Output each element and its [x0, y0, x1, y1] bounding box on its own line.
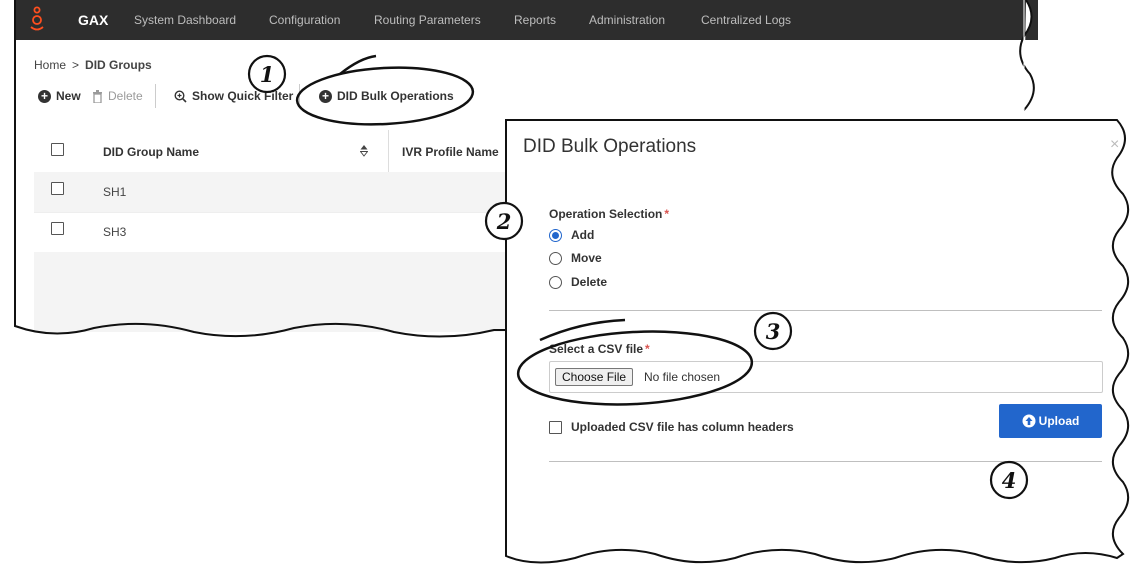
- upload-button[interactable]: Upload: [999, 404, 1102, 438]
- top-navigation-bar: GAX System Dashboard Configuration Routi…: [14, 0, 1038, 40]
- app-brand[interactable]: GAX: [78, 12, 108, 28]
- show-quick-filter-label: Show Quick Filter: [192, 89, 294, 103]
- row-checkbox[interactable]: [51, 182, 64, 195]
- nav-administration[interactable]: Administration: [589, 13, 665, 27]
- zoom-in-icon: [174, 89, 187, 103]
- breadcrumb-home[interactable]: Home: [34, 58, 66, 72]
- upload-button-label: Upload: [1038, 414, 1080, 428]
- did-bulk-operations-dialog: DID Bulk Operations × Operation Selectio…: [505, 118, 1120, 558]
- required-marker: *: [645, 342, 650, 356]
- breadcrumb-separator: >: [72, 58, 80, 72]
- breadcrumb-current: DID Groups: [85, 58, 152, 72]
- column-divider: [388, 130, 389, 172]
- operation-selection-text: Operation Selection: [549, 207, 663, 221]
- toolbar-divider: [299, 84, 300, 108]
- close-icon[interactable]: ×: [1110, 136, 1119, 154]
- delete-button-label: Delete: [108, 89, 143, 103]
- column-headers-checkbox[interactable]: [549, 420, 562, 434]
- nav-reports[interactable]: Reports: [514, 13, 556, 27]
- toolbar-divider: [155, 84, 156, 108]
- add-circle-icon: +: [38, 89, 51, 103]
- nav-routing-parameters[interactable]: Routing Parameters: [374, 13, 481, 27]
- select-csv-text: Select a CSV file: [549, 342, 644, 356]
- radio-option-delete[interactable]: Delete: [549, 275, 607, 289]
- csv-file-input[interactable]: Choose File No file chosen: [549, 361, 1103, 393]
- upload-cloud-icon: [1022, 414, 1036, 428]
- radio-option-add[interactable]: Add: [549, 228, 594, 242]
- did-group-name-cell: SH1: [103, 185, 127, 199]
- did-bulk-operations-label: DID Bulk Operations: [337, 89, 454, 103]
- genesys-logo-icon: [30, 6, 44, 31]
- nav-system-dashboard[interactable]: System Dashboard: [134, 13, 236, 27]
- column-headers-option[interactable]: Uploaded CSV file has column headers: [549, 420, 794, 434]
- dialog-title: DID Bulk Operations: [523, 136, 697, 157]
- select-all-checkbox[interactable]: [51, 143, 64, 156]
- section-divider: [549, 310, 1102, 311]
- select-csv-label: Select a CSV file *: [549, 342, 650, 356]
- radio-label-add: Add: [571, 228, 595, 242]
- trash-icon: [93, 89, 102, 103]
- operation-selection-label: Operation Selection *: [549, 207, 669, 221]
- column-ivr-profile-name[interactable]: IVR Profile Name: [402, 145, 499, 159]
- row-checkbox[interactable]: [51, 222, 64, 235]
- file-status-text: No file chosen: [644, 370, 721, 384]
- required-marker: *: [664, 207, 670, 221]
- radio-label-delete: Delete: [571, 275, 608, 289]
- breadcrumb: Home > DID Groups: [34, 58, 152, 72]
- radio-label-move: Move: [571, 251, 602, 265]
- add-circle-icon: +: [319, 89, 332, 103]
- show-quick-filter-button[interactable]: Show Quick Filter: [174, 89, 293, 103]
- nav-configuration[interactable]: Configuration: [269, 13, 340, 27]
- radio-button-selected[interactable]: [549, 228, 562, 242]
- choose-file-button[interactable]: Choose File: [555, 368, 634, 386]
- new-button-label: New: [56, 89, 81, 103]
- new-button[interactable]: + New: [38, 89, 81, 103]
- radio-button[interactable]: [549, 251, 562, 265]
- column-headers-label: Uploaded CSV file has column headers: [571, 420, 794, 434]
- delete-button[interactable]: Delete: [92, 89, 143, 103]
- section-divider: [549, 461, 1102, 462]
- radio-option-move[interactable]: Move: [549, 251, 602, 265]
- did-bulk-operations-button[interactable]: + DID Bulk Operations: [319, 89, 454, 103]
- radio-button[interactable]: [549, 275, 562, 289]
- did-group-name-cell: SH3: [103, 225, 127, 239]
- nav-centralized-logs[interactable]: Centralized Logs: [701, 13, 791, 27]
- sort-icon[interactable]: [360, 144, 368, 157]
- column-did-group-name[interactable]: DID Group Name: [103, 145, 199, 159]
